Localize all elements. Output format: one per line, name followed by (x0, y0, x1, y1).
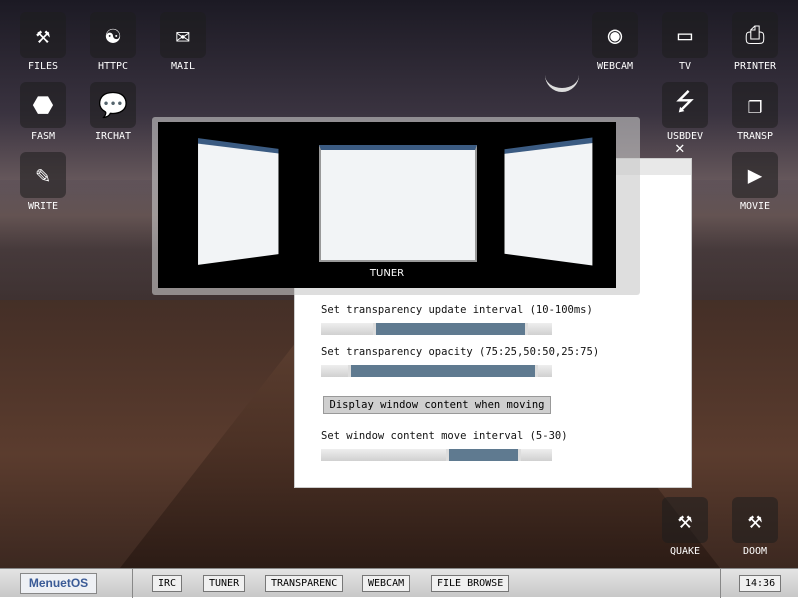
desktop-icon-irchat[interactable]: 💬 IRCHAT (83, 82, 143, 142)
icon-label: USBDEV (666, 131, 704, 142)
desktop-icon-fasm[interactable]: ⬣ FASM (13, 82, 73, 142)
desktop-icon-files[interactable]: ⚒ FILES (13, 12, 73, 72)
desktop-icon-transp[interactable]: ❐ TRANSP (725, 82, 785, 142)
desktop-icon-movie[interactable]: ▶ MOVIE (725, 152, 785, 212)
icon-label: MAIL (170, 61, 196, 72)
irchat-icon: 💬 (90, 82, 136, 128)
display-content-button[interactable]: Display window content when moving (323, 396, 551, 414)
transp-icon: ❐ (732, 82, 778, 128)
task-irc[interactable]: IRC (152, 575, 183, 592)
desktop-icon-doom[interactable]: ⚒ DOOM (725, 497, 785, 557)
menuetos-button[interactable]: MenuetOS (20, 573, 97, 594)
desktop-icon-usbdev[interactable]: ⭍ USBDEV (655, 82, 715, 142)
task-webcam[interactable]: WEBCAM (362, 575, 411, 592)
opacity-label: Set transparency opacity (75:25,50:50,25… (321, 346, 600, 358)
task-tuner[interactable]: TUNER (203, 575, 246, 592)
doom-icon: ⚒ (732, 497, 778, 543)
taskbar: MenuetOS IRC TUNER TRANSPARENC WEBCAM FI… (0, 568, 798, 598)
window-thumbnail[interactable] (198, 138, 279, 265)
quake-icon: ⚒ (662, 497, 708, 543)
icon-label: FILES (27, 61, 59, 72)
icon-label: WEBCAM (596, 61, 634, 72)
desktop-icon-write[interactable]: ✎ WRITE (13, 152, 73, 212)
clock: 14:36 (739, 575, 782, 592)
icon-label: PRINTER (733, 61, 777, 72)
window-thumbnail-selected[interactable] (319, 145, 477, 262)
moon-decoration (545, 72, 579, 92)
interval-label: Set transparency update interval (10-100… (321, 304, 593, 316)
write-icon: ✎ (20, 152, 66, 198)
movie-icon: ▶ (732, 152, 778, 198)
fasm-icon: ⬣ (20, 82, 66, 128)
window-switcher: TUNER (152, 117, 640, 295)
files-icon: ⚒ (20, 12, 66, 58)
icon-label: FASM (30, 131, 56, 142)
icon-label: TV (678, 61, 692, 72)
interval-slider[interactable] (321, 323, 552, 335)
selected-window-caption: TUNER (369, 268, 405, 279)
window-thumbnail[interactable] (504, 137, 593, 266)
divider (720, 569, 721, 598)
move-interval-slider[interactable] (321, 449, 552, 461)
opacity-slider[interactable] (321, 365, 552, 377)
slider-thumb[interactable] (445, 449, 521, 461)
icon-label: TRANSP (736, 131, 774, 142)
close-icon[interactable]: ✕ (675, 138, 685, 157)
icon-label: DOOM (742, 546, 768, 557)
slider-thumb[interactable] (348, 365, 538, 377)
desktop-icon-tv[interactable]: ▭ TV (655, 12, 715, 72)
tv-icon: ▭ (662, 12, 708, 58)
divider (132, 569, 133, 598)
icon-label: HTTPC (97, 61, 129, 72)
desktop-icon-httpc[interactable]: ☯ HTTPC (83, 12, 143, 72)
move-interval-label: Set window content move interval (5-30) (321, 430, 568, 442)
printer-icon: ⎙ (732, 12, 778, 58)
task-file-browse[interactable]: FILE BROWSE (431, 575, 510, 592)
desktop-icon-mail[interactable]: ✉ MAIL (153, 12, 213, 72)
task-transparenc[interactable]: TRANSPARENC (265, 575, 344, 592)
icon-label: IRCHAT (94, 131, 132, 142)
desktop-icon-printer[interactable]: ⎙ PRINTER (725, 12, 785, 72)
usbdev-icon: ⭍ (662, 82, 708, 128)
httpc-icon: ☯ (90, 12, 136, 58)
mail-icon: ✉ (160, 12, 206, 58)
slider-thumb[interactable] (372, 323, 528, 335)
desktop-icon-webcam[interactable]: ◉ WEBCAM (585, 12, 645, 72)
desktop-icon-quake[interactable]: ⚒ QUAKE (655, 497, 715, 557)
icon-label: MOVIE (739, 201, 771, 212)
icon-label: QUAKE (669, 546, 701, 557)
icon-label: WRITE (27, 201, 59, 212)
webcam-icon: ◉ (592, 12, 638, 58)
